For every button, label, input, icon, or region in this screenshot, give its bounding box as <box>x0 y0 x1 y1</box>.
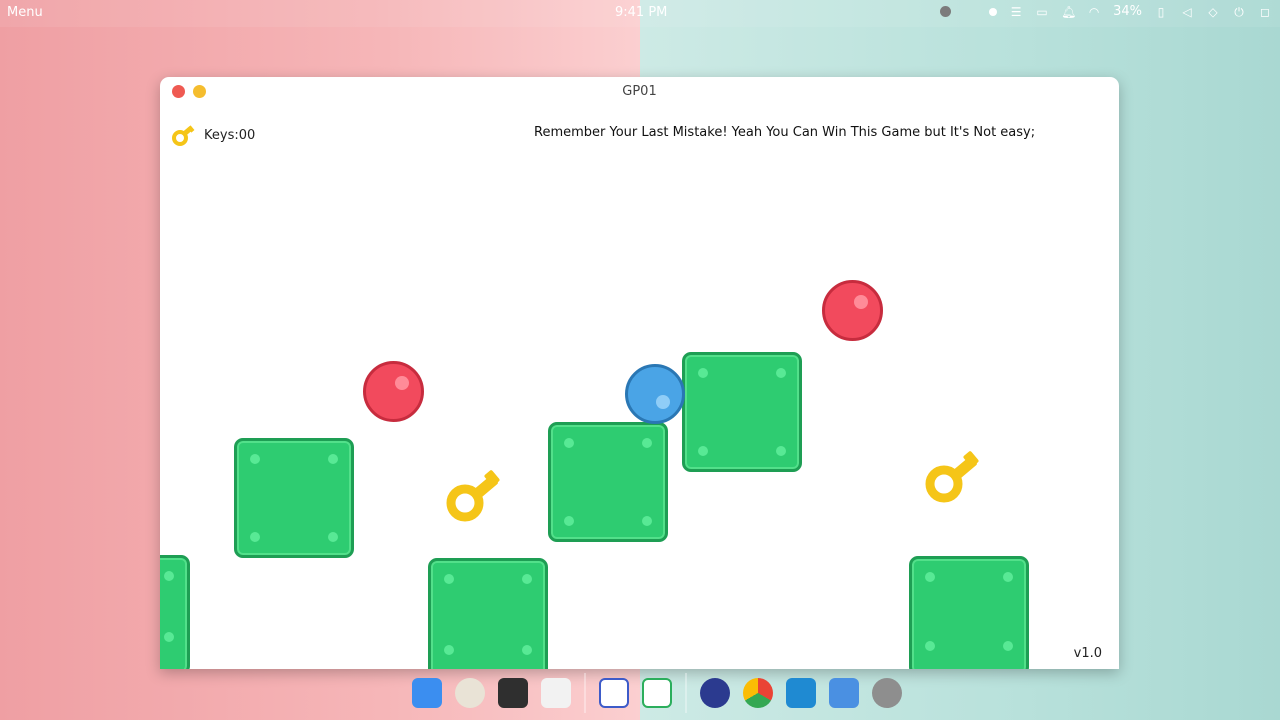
shield-icon[interactable]: ◇ <box>1206 5 1220 19</box>
music-icon[interactable] <box>455 678 485 708</box>
title-bar[interactable]: GP01 <box>160 77 1119 107</box>
battery-percent[interactable]: 34% <box>1113 4 1142 19</box>
chrome-icon[interactable] <box>743 678 773 708</box>
dock-separator <box>584 673 586 713</box>
clock[interactable]: 9:41 PM <box>615 5 667 20</box>
notification-icon[interactable]: 🔔︎ <box>1061 5 1076 19</box>
dock <box>412 673 902 714</box>
player-ball <box>625 364 685 424</box>
power-icon[interactable]: ⏻ <box>1232 5 1246 19</box>
platform-block <box>428 558 548 669</box>
platform-block <box>682 352 802 472</box>
platform-block <box>548 422 668 542</box>
app-store-icon[interactable] <box>412 678 442 708</box>
menu-button[interactable]: Menu <box>7 5 43 20</box>
keys-counter: Keys:00 <box>204 128 256 143</box>
spreadsheet-icon[interactable] <box>642 678 672 708</box>
system-tray: ☰ ▭ 🔔︎ ◠ 34% ▯ ◁ ◇ ⏻ ◻ <box>940 4 1272 19</box>
key-pickup-icon <box>925 451 979 503</box>
vscode-icon[interactable] <box>786 678 816 708</box>
settings-icon[interactable] <box>872 678 902 708</box>
key-counter-icon <box>172 125 195 146</box>
platform-block <box>234 438 354 558</box>
show-desktop-icon[interactable]: ◻ <box>1258 5 1272 19</box>
window-title: GP01 <box>622 84 657 99</box>
wifi-icon[interactable]: ◠ <box>1087 5 1101 19</box>
list-icon[interactable]: ☰ <box>1009 5 1023 19</box>
status-dot-icon[interactable] <box>989 7 998 16</box>
version-label: v1.0 <box>1073 646 1102 661</box>
calendar-icon[interactable]: ▭ <box>1035 5 1049 19</box>
enemy-ball <box>822 280 883 341</box>
top-panel: Menu 9:41 PM ☰ ▭ 🔔︎ ◠ 34% ▯ ◁ ◇ ⏻ ◻ <box>0 0 1280 27</box>
record-indicator-icon[interactable] <box>940 6 952 17</box>
terminal-icon[interactable] <box>498 678 528 708</box>
system-monitor-icon[interactable] <box>700 678 730 708</box>
game-window: GP01 Keys:00 Remember Your Last Mistake!… <box>160 77 1119 669</box>
volume-icon[interactable]: ◁ <box>1180 5 1194 19</box>
dock-separator <box>685 673 687 713</box>
text-editor-icon[interactable] <box>541 678 571 708</box>
game-message: Remember Your Last Mistake! Yeah You Can… <box>534 125 1036 140</box>
files-icon[interactable] <box>829 678 859 708</box>
battery-icon[interactable]: ▯ <box>1154 5 1168 19</box>
platform-block <box>160 555 190 669</box>
document-icon[interactable] <box>599 678 629 708</box>
platform-block <box>909 556 1029 669</box>
enemy-ball <box>363 361 424 422</box>
key-pickup-icon <box>446 470 500 522</box>
